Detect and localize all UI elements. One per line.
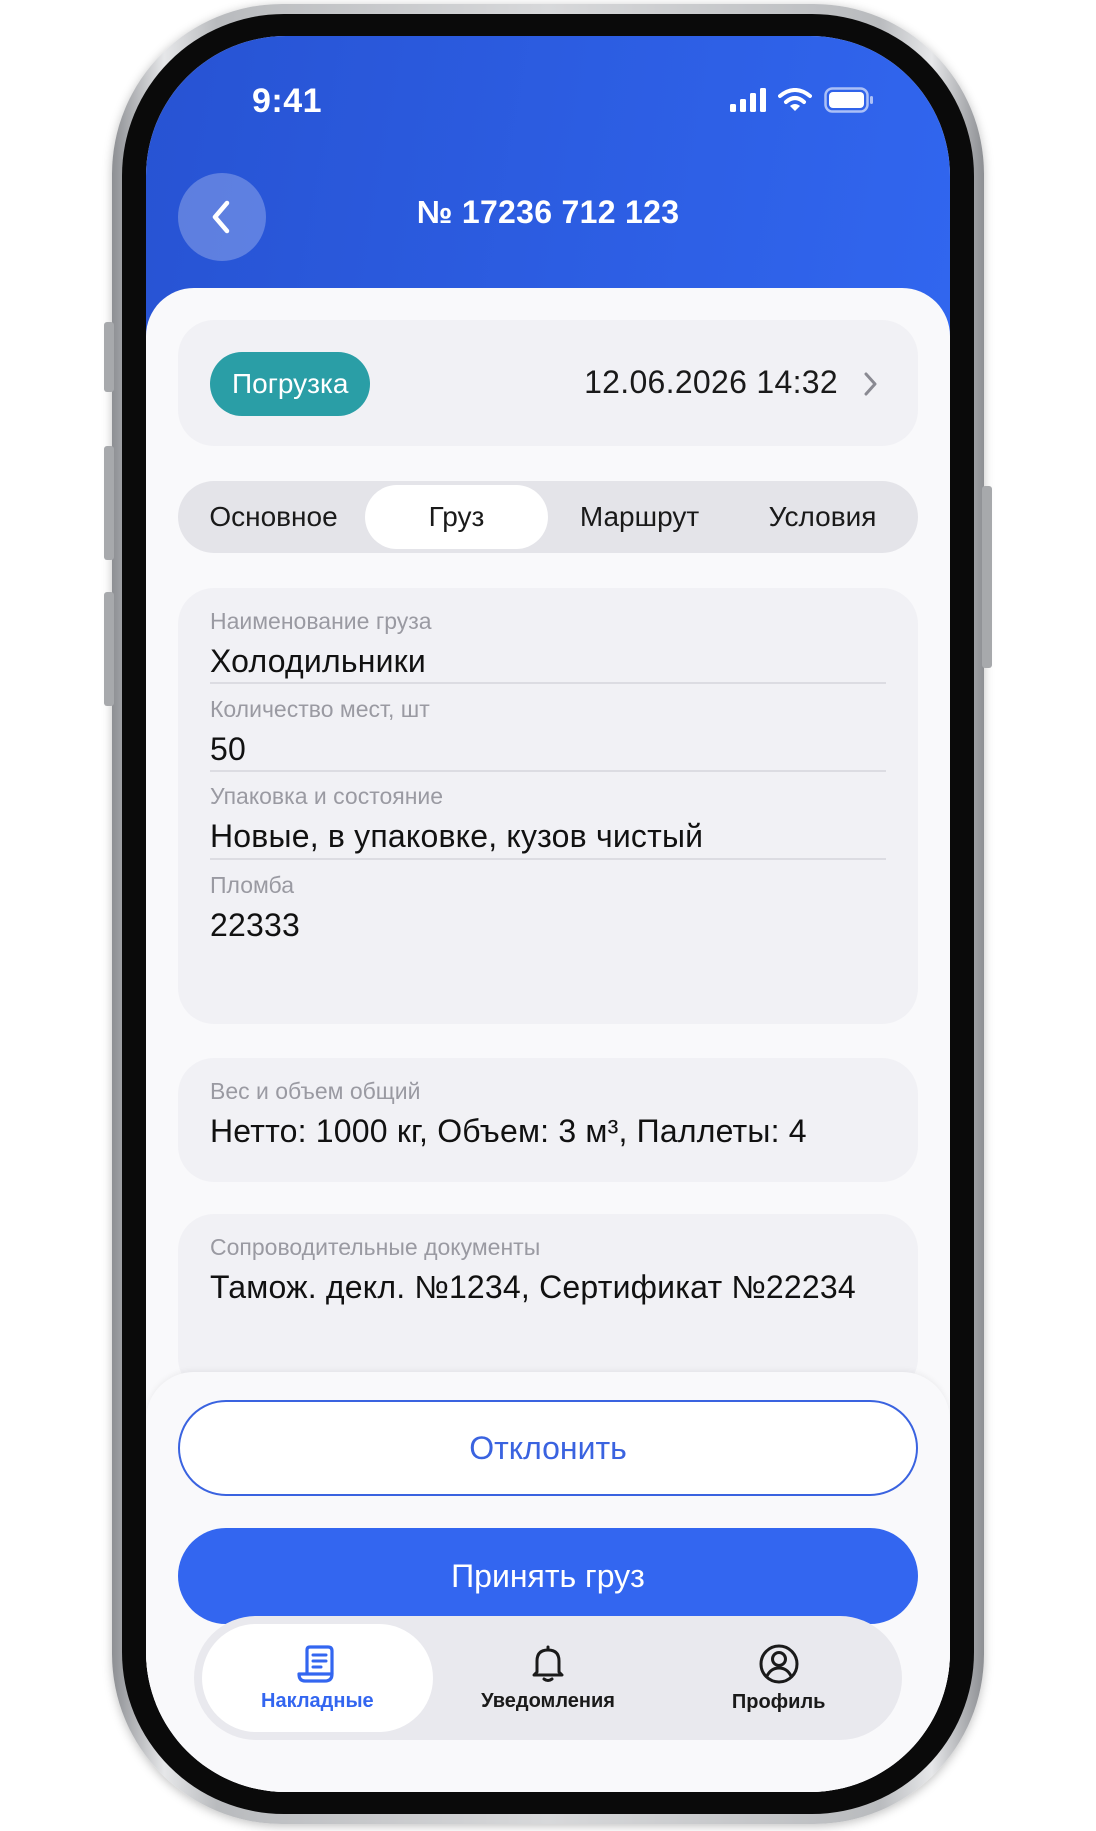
document-icon: [297, 1644, 334, 1683]
weight-volume-field: Вес и объем общий Нетто: 1000 кг, Объем:…: [210, 1078, 886, 1150]
field-value: Нетто: 1000 кг, Объем: 3 м³, Паллеты: 4: [210, 1113, 807, 1149]
volume-down-button: [104, 592, 114, 706]
divider: [210, 858, 886, 860]
back-button[interactable]: [178, 173, 266, 261]
field-label: Упаковка и состояние: [210, 783, 444, 809]
divider: [210, 770, 886, 772]
bell-icon: [532, 1645, 564, 1682]
field-label: Наименование груза: [210, 608, 432, 634]
user-circle-icon: [759, 1644, 799, 1683]
accept-cargo-button[interactable]: Принять груз: [178, 1528, 918, 1624]
status-card[interactable]: Погрузка 12.06.2026 14:32: [178, 320, 918, 446]
screen: 9:41 № 17236 712 123 Погрузка 12.06.2026…: [146, 36, 950, 1792]
volume-up-button: [104, 446, 114, 560]
cargo-name-field: Наименование груза Холодильники: [210, 608, 886, 680]
nav-label: Профиль: [731, 1690, 826, 1713]
content-sheet: Погрузка 12.06.2026 14:32 Основное Груз …: [146, 288, 950, 1792]
cargo-details-card: Наименование груза Холодильники Количест…: [178, 588, 918, 1024]
seal-field: Пломба 22333: [210, 872, 886, 944]
tab-bar: Основное Груз Маршрут Условия: [178, 481, 918, 553]
nav-notifications[interactable]: Уведомления: [433, 1624, 664, 1732]
tab-conditions[interactable]: Условия: [731, 485, 914, 549]
nav-label: Накладные: [261, 1689, 374, 1712]
status-datetime: 12.06.2026 14:32: [584, 364, 838, 400]
signal-icon: [730, 88, 766, 112]
status-badge: Погрузка: [210, 352, 371, 416]
documents-field: Сопроводительные документы Тамож. декл. …: [210, 1234, 886, 1306]
field-label: Пломба: [210, 872, 294, 898]
field-value: Тамож. декл. №1234, Сертификат №22234: [210, 1269, 856, 1305]
bottom-navigation: Накладные Уведомления Профиль: [194, 1616, 902, 1740]
wifi-icon: [778, 88, 812, 111]
power-button: [982, 486, 992, 668]
field-value: 50: [210, 731, 246, 767]
packaging-field: Упаковка и состояние Новые, в упаковке, …: [210, 783, 886, 855]
field-label: Количество мест, шт: [210, 696, 430, 722]
chevron-right-icon[interactable]: [862, 370, 880, 398]
page-title: № 17236 712 123: [416, 194, 680, 230]
quantity-field: Количество мест, шт 50: [210, 696, 886, 768]
field-value: 22333: [210, 907, 300, 943]
chevron-left-icon: [212, 200, 230, 234]
tab-cargo[interactable]: Груз: [365, 485, 548, 549]
weight-volume-card: Вес и объем общий Нетто: 1000 кг, Объем:…: [178, 1058, 918, 1182]
nav-label: Уведомления: [481, 1689, 615, 1712]
field-value: Новые, в упаковке, кузов чистый: [210, 818, 704, 854]
divider: [210, 682, 886, 684]
tab-route[interactable]: Маршрут: [548, 485, 731, 549]
documents-card: Сопроводительные документы Тамож. декл. …: [178, 1214, 918, 1394]
nav-profile[interactable]: Профиль: [663, 1624, 894, 1732]
field-value: Холодильники: [210, 643, 426, 679]
status-icons: [730, 85, 874, 115]
field-label: Вес и объем общий: [210, 1078, 421, 1104]
reject-button[interactable]: Отклонить: [178, 1400, 918, 1496]
field-label: Сопроводительные документы: [210, 1234, 541, 1260]
battery-icon: [824, 87, 873, 113]
tab-main[interactable]: Основное: [182, 485, 365, 549]
status-time: 9:41: [252, 82, 323, 120]
nav-waybills[interactable]: Накладные: [202, 1624, 433, 1732]
mute-switch: [104, 322, 114, 392]
